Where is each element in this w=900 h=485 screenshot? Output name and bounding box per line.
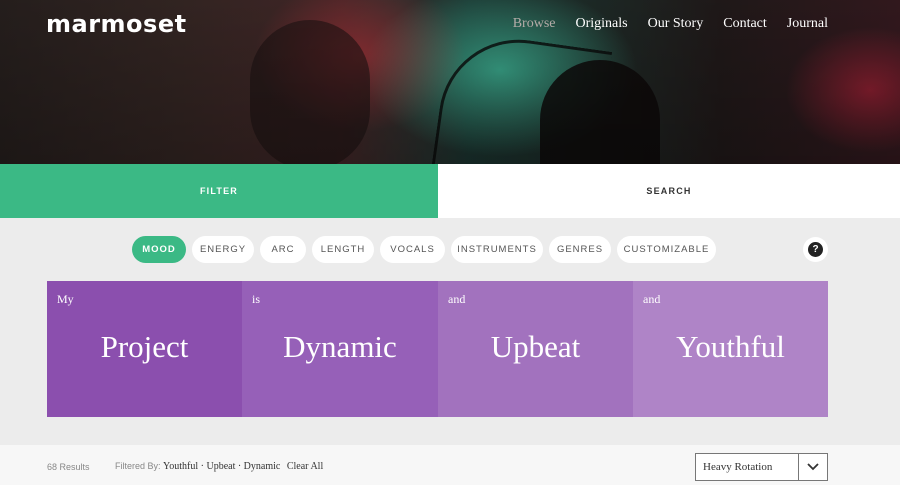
nav-contact[interactable]: Contact: [723, 16, 767, 32]
filtered-by-label: Filtered By:: [115, 461, 161, 471]
pill-arc[interactable]: ARC: [260, 236, 306, 263]
pill-instruments[interactable]: INSTRUMENTS: [451, 236, 543, 263]
sentence-word: Youthful: [676, 329, 785, 364]
sentence-connector: and: [448, 292, 466, 306]
question-icon: ?: [808, 242, 823, 257]
sentence-block-upbeat[interactable]: and Upbeat: [438, 281, 633, 417]
hero-banner: marmoset Browse Originals Our Story Cont…: [0, 0, 900, 164]
sentence-block-project[interactable]: My Project: [47, 281, 242, 417]
results-count: 68 Results: [47, 462, 90, 472]
pill-mood[interactable]: MOOD: [132, 236, 186, 263]
mood-sentence: My Project is Dynamic and Upbeat and You…: [47, 281, 828, 417]
pill-genres[interactable]: GENRES: [549, 236, 611, 263]
clear-all-link[interactable]: Clear All: [287, 461, 323, 472]
pill-customizable[interactable]: CUSTOMIZABLE: [617, 236, 716, 263]
sentence-word: Dynamic: [283, 329, 397, 364]
sentence-connector: is: [252, 292, 261, 306]
pill-vocals[interactable]: VOCALS: [380, 236, 445, 263]
sentence-word: Project: [100, 329, 189, 364]
results-bar: 68 Results Filtered By: Youthful · Upbea…: [0, 445, 900, 485]
sentence-block-dynamic[interactable]: is Dynamic: [242, 281, 438, 417]
sentence-block-youthful[interactable]: and Youthful: [633, 281, 828, 417]
site-logo[interactable]: marmoset: [46, 10, 187, 38]
sort-value: Heavy Rotation: [703, 461, 773, 473]
active-filters: Filtered By: Youthful · Upbeat · Dynamic…: [115, 461, 323, 472]
nav-browse[interactable]: Browse: [513, 16, 556, 32]
help-button[interactable]: ?: [803, 237, 828, 262]
filter-values: Youthful · Upbeat · Dynamic: [163, 461, 281, 472]
sentence-word: Upbeat: [490, 329, 581, 364]
mode-tabs: FILTER SEARCH: [0, 164, 900, 218]
main-nav: Browse Originals Our Story Contact Journ…: [513, 16, 828, 32]
tab-filter[interactable]: FILTER: [0, 164, 438, 218]
sentence-connector: and: [643, 292, 661, 306]
nav-journal[interactable]: Journal: [787, 16, 828, 32]
chevron-down-icon[interactable]: [798, 454, 827, 480]
pill-length[interactable]: LENGTH: [312, 236, 374, 263]
category-pills: MOOD ENERGY ARC LENGTH VOCALS INSTRUMENT…: [132, 236, 716, 263]
nav-our-story[interactable]: Our Story: [648, 16, 704, 32]
tab-search[interactable]: SEARCH: [438, 164, 900, 218]
sort-select[interactable]: Heavy Rotation: [695, 453, 828, 481]
pill-energy[interactable]: ENERGY: [192, 236, 254, 263]
sentence-connector: My: [57, 292, 74, 306]
nav-originals[interactable]: Originals: [576, 16, 628, 32]
